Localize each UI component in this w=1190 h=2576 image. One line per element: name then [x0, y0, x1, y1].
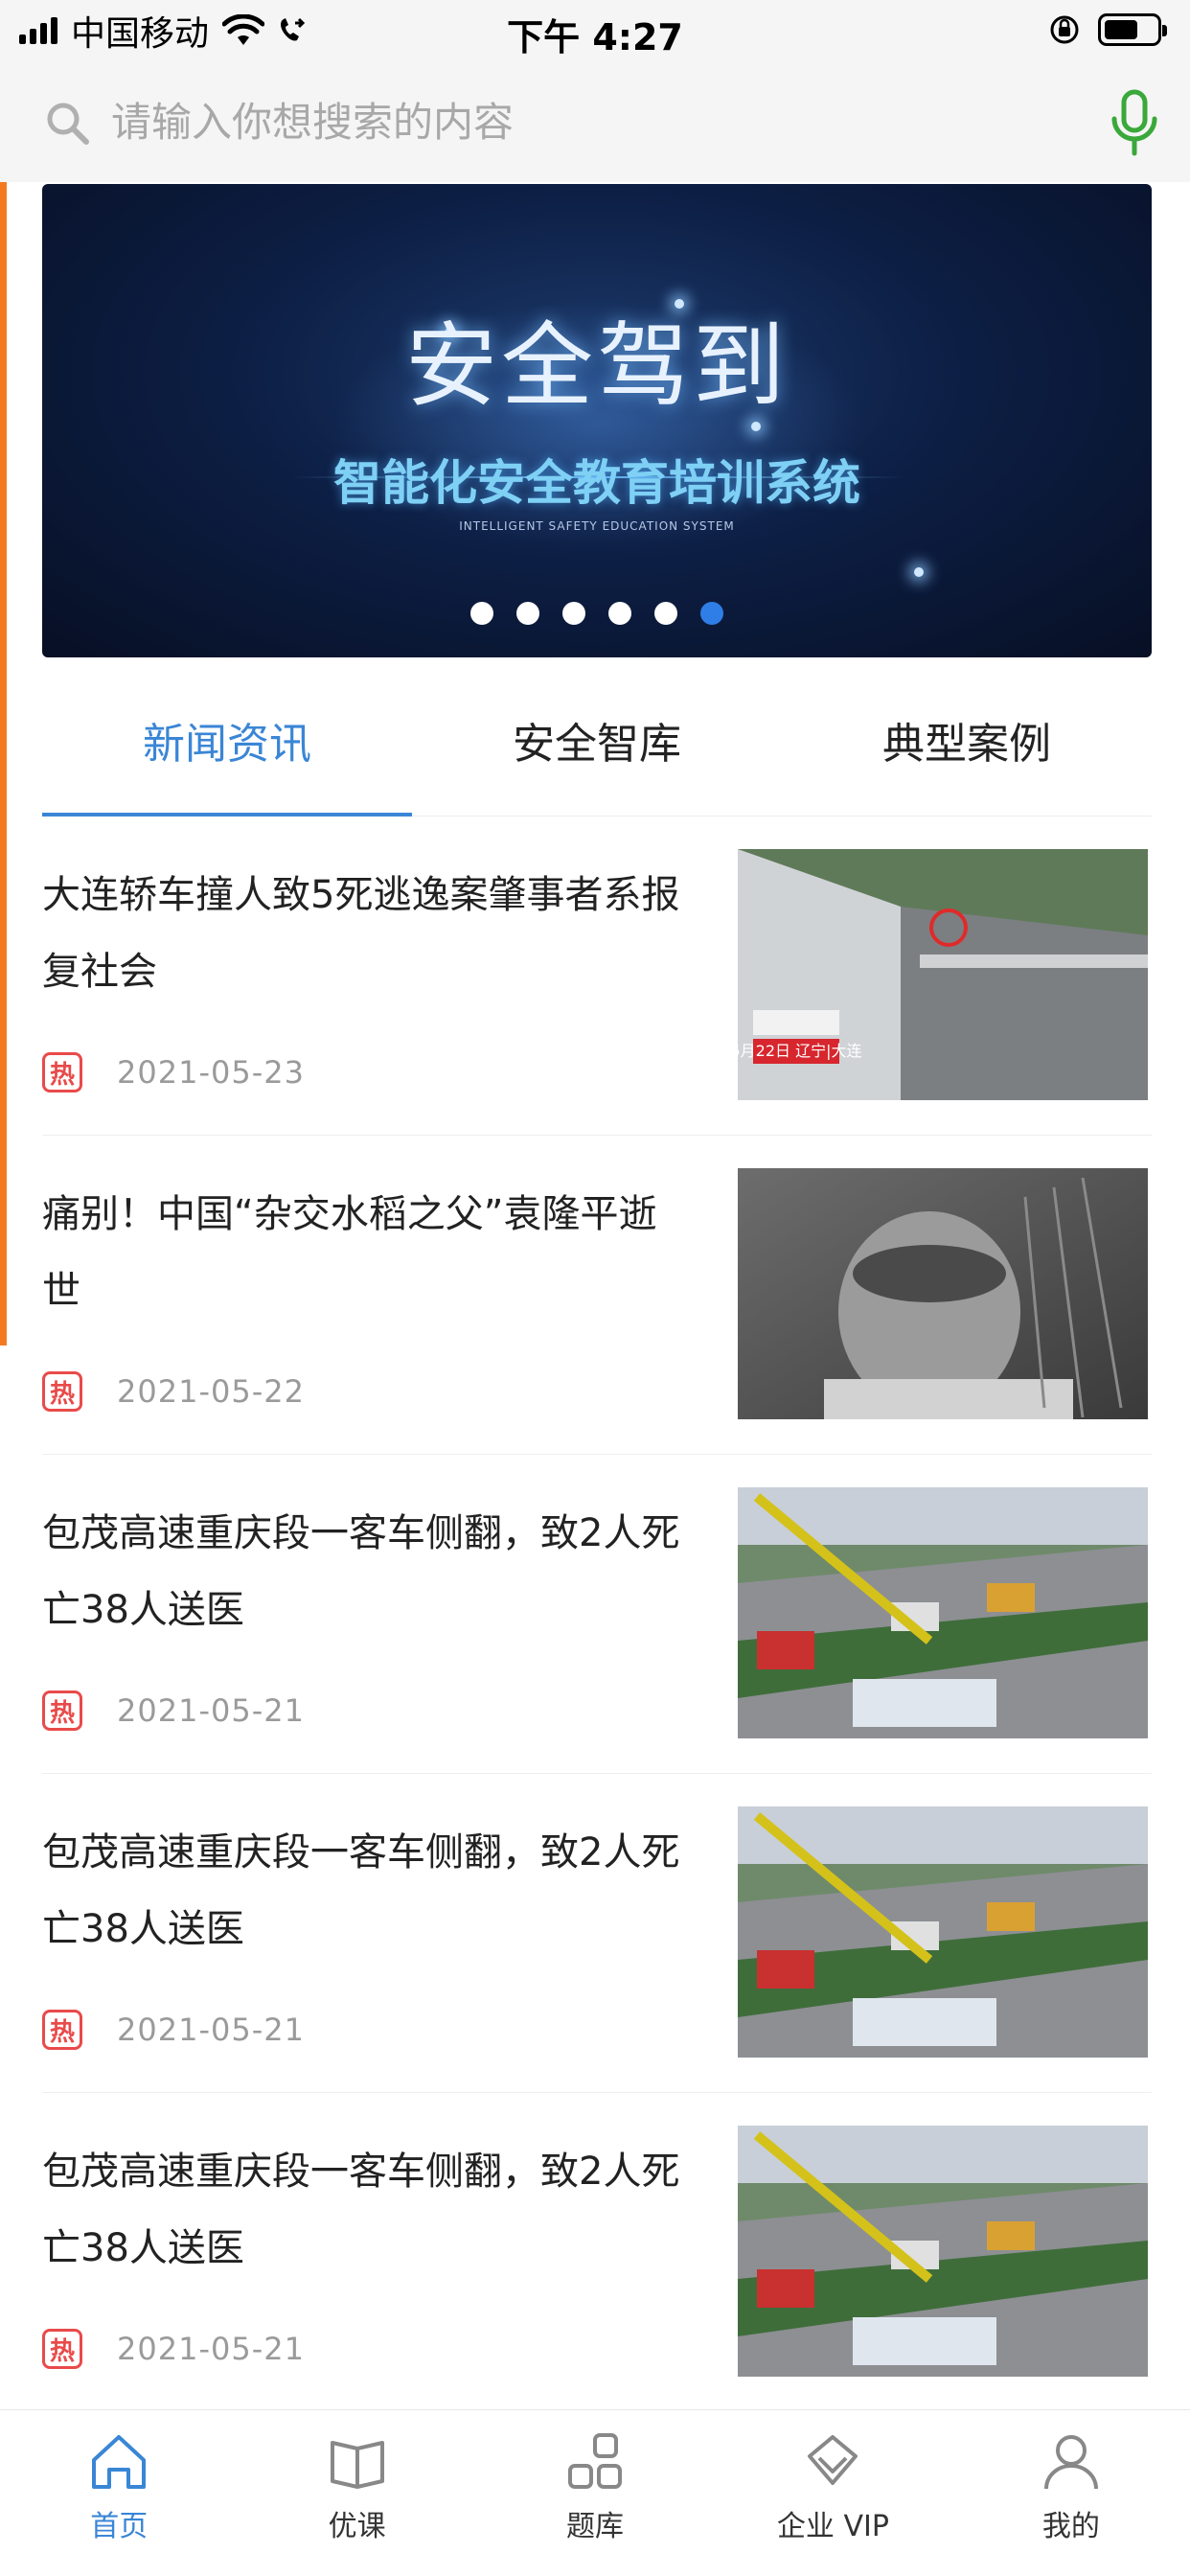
hot-badge: 热: [42, 1690, 82, 1731]
tab-news[interactable]: 新闻资讯: [42, 690, 412, 816]
nav-label: 企业 VIP: [776, 2510, 889, 2543]
status-time: 下午 4:27: [507, 16, 683, 58]
news-category-tabs: 新闻资讯 安全智库 典型案例: [42, 690, 1152, 816]
banner-light: [914, 567, 924, 577]
news-item[interactable]: 包茂高速重庆段一客车侧翻，致2人死亡38人送医 热 2021-05-21: [42, 2093, 1152, 2412]
portrait-image: [738, 1168, 1148, 1419]
news-thumbnail: [738, 1806, 1148, 2058]
news-date: 2021-05-21: [117, 2012, 305, 2048]
hot-badge: 热: [42, 2329, 82, 2369]
news-item[interactable]: 包茂高速重庆段一客车侧翻，致2人死亡38人送医 热 2021-05-21: [42, 1455, 1152, 1774]
carousel-dot[interactable]: [608, 602, 631, 625]
carousel-dot[interactable]: [562, 602, 585, 625]
carousel-dots: [42, 602, 1152, 625]
news-thumbnail: [738, 2126, 1148, 2377]
news-date: 2021-05-23: [117, 1054, 305, 1091]
highway-accident-image: [738, 1806, 1148, 2058]
banner-title: 安全驾到: [405, 312, 789, 420]
home-icon: [92, 2435, 147, 2489]
news-date: 2021-05-22: [117, 1373, 305, 1410]
highway-accident-image: [738, 2126, 1148, 2377]
grid-icon: [568, 2433, 623, 2489]
nav-courses[interactable]: 优课: [238, 2410, 475, 2576]
news-item[interactable]: 包茂高速重庆段一客车侧翻，致2人死亡38人送医 热 2021-05-21: [42, 1774, 1152, 2093]
diamond-icon: [808, 2435, 858, 2485]
user-icon: [1043, 2435, 1098, 2490]
news-meta: 热 2021-05-22: [42, 1371, 305, 1412]
carousel-dot-active[interactable]: [700, 602, 723, 625]
news-meta: 热 2021-05-21: [42, 1690, 305, 1731]
nav-label: 首页: [90, 2510, 149, 2543]
status-right: [1048, 13, 1167, 46]
nav-profile[interactable]: 我的: [952, 2410, 1190, 2576]
rotation-lock-icon: [1050, 15, 1079, 44]
news-thumbnail: 5月22日 辽宁|大连: [738, 849, 1148, 1100]
hot-badge: 热: [42, 1052, 82, 1092]
status-bar: 中国移动 下午 4:27: [0, 0, 1190, 61]
nav-enterprise-vip[interactable]: 企业 VIP: [714, 2410, 951, 2576]
carousel-dot[interactable]: [470, 602, 493, 625]
search-icon[interactable]: [44, 100, 90, 146]
banner-subtitle: 智能化安全教育培训系统: [333, 455, 860, 511]
bottom-tab-bar: 首页 优课 题库 企业 VIP 我的: [0, 2409, 1190, 2576]
news-item[interactable]: 痛别！中国“杂交水稻之父”袁隆平逝世 热 2021-05-22: [42, 1136, 1152, 1455]
news-meta: 热 2021-05-23: [42, 1052, 305, 1092]
nav-label: 题库: [566, 2510, 625, 2543]
news-item[interactable]: 大连轿车撞人致5死逃逸案肇事者系报复社会 热 2021-05-23 5月22日 …: [42, 816, 1152, 1136]
nav-home[interactable]: 首页: [0, 2410, 238, 2576]
highway-accident-image: [738, 1487, 1148, 1738]
news-title: 大连轿车撞人致5死逃逸案肇事者系报复社会: [42, 873, 680, 994]
battery-icon: [1098, 13, 1167, 46]
news-list: 大连轿车撞人致5死逃逸案肇事者系报复社会 热 2021-05-23 5月22日 …: [42, 816, 1152, 2412]
news-date: 2021-05-21: [117, 1692, 305, 1729]
thumb-caption: 5月22日 辽宁|大连: [738, 1042, 862, 1060]
nav-label: 我的: [1041, 2510, 1100, 2543]
news-date: 2021-05-21: [117, 2331, 305, 2367]
nav-question-bank[interactable]: 题库: [476, 2410, 714, 2576]
search-input[interactable]: [111, 88, 1050, 155]
nav-label: 优课: [328, 2510, 386, 2543]
news-title: 包茂高速重庆段一客车侧翻，致2人死亡38人送医: [42, 1830, 680, 1951]
news-thumbnail: [738, 1487, 1148, 1738]
news-title: 包茂高速重庆段一客车侧翻，致2人死亡38人送医: [42, 1511, 680, 1632]
book-icon: [330, 2441, 384, 2489]
banner-carousel[interactable]: 安全驾到 智能化安全教育培训系统 INTELLIGENT SAFETY EDUC…: [42, 184, 1152, 657]
news-meta: 热 2021-05-21: [42, 2010, 305, 2050]
microphone-icon[interactable]: [1108, 88, 1161, 157]
news-title: 包茂高速重庆段一客车侧翻，致2人死亡38人送医: [42, 2150, 680, 2270]
side-accent-strip: [0, 61, 7, 1346]
traffic-camera-image: 5月22日 辽宁|大连: [738, 849, 1148, 1100]
news-title: 痛别！中国“杂交水稻之父”袁隆平逝世: [42, 1192, 657, 1313]
news-meta: 热 2021-05-21: [42, 2329, 305, 2369]
banner-english-caption: INTELLIGENT SAFETY EDUCATION SYSTEM: [459, 519, 735, 533]
tab-safety-library[interactable]: 安全智库: [412, 690, 782, 816]
hot-badge: 热: [42, 1371, 82, 1412]
carousel-dot[interactable]: [516, 602, 539, 625]
carousel-dot[interactable]: [654, 602, 677, 625]
search-bar: [0, 61, 1190, 182]
tab-typical-cases[interactable]: 典型案例: [782, 690, 1152, 816]
news-thumbnail: [738, 1168, 1148, 1419]
hot-badge: 热: [42, 2010, 82, 2050]
